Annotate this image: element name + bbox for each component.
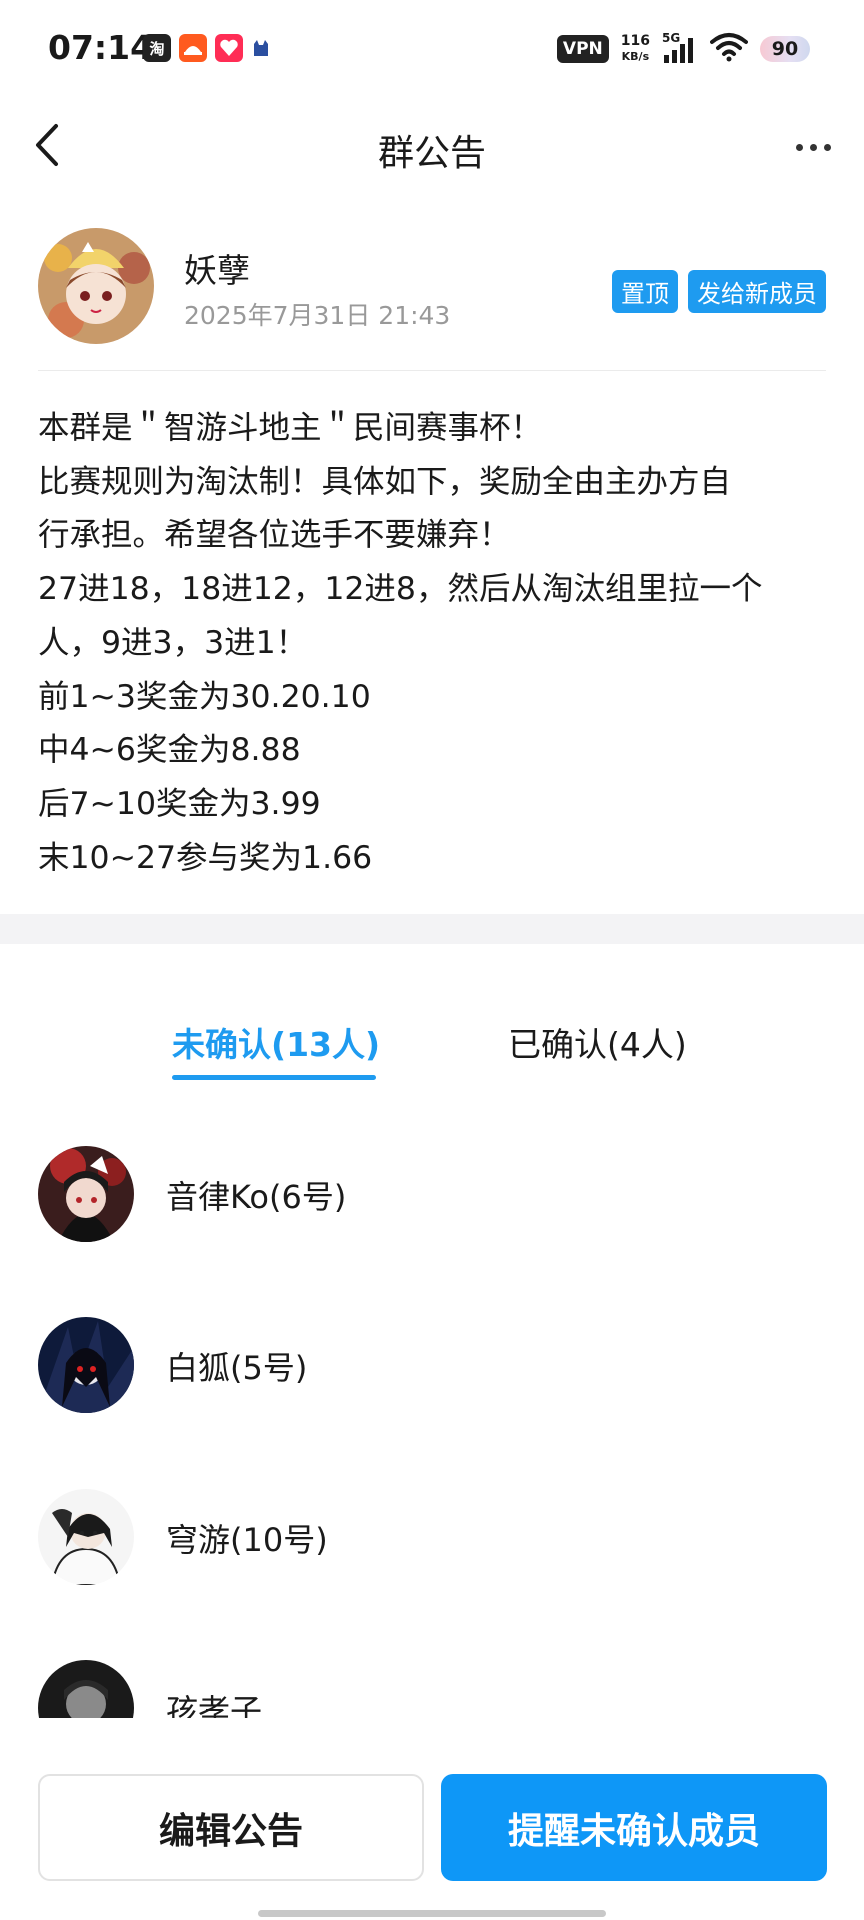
page-title: 群公告 — [377, 133, 486, 174]
remind-unconfirmed-button[interactable]: 提醒未确认成员 — [441, 1774, 827, 1881]
pinned-badge: 置顶 — [612, 270, 678, 313]
author-name: 妖孽 — [184, 251, 250, 290]
battery-indicator: 90 — [760, 36, 810, 62]
member-name: 音律Ko(6号) — [166, 1178, 347, 1216]
wifi-icon — [710, 32, 748, 66]
member-name: 孩孝子 — [166, 1692, 263, 1718]
member-name: 穹游(10号) — [166, 1521, 328, 1559]
network-speed-value: 116 — [620, 33, 650, 49]
notice-line: 行承担。希望各位选手不要嫌弃！ — [38, 517, 511, 554]
section-separator — [0, 914, 864, 944]
network-speed-unit: KB/s — [621, 50, 650, 63]
notice-line: 末10~27参与奖为1.66 — [38, 839, 373, 876]
notice-line: 本群是＂智游斗地主＂民间赛事杯！ — [38, 410, 543, 446]
tab-confirmed[interactable]: 已确认(4人) — [508, 1018, 687, 1066]
notice-tags: 置顶 发给新成员 — [612, 270, 826, 313]
edit-notice-button[interactable]: 编辑公告 — [38, 1774, 424, 1881]
send-to-new-members-badge: 发给新成员 — [688, 270, 826, 313]
network-speed: 116 KB/s — [621, 34, 650, 64]
divider — [38, 370, 826, 371]
member-item[interactable]: 音律Ko(6号) — [38, 1146, 818, 1246]
member-item[interactable]: 穹游(10号) — [38, 1489, 818, 1589]
member-avatar — [38, 1317, 134, 1413]
active-tab-indicator — [172, 1075, 376, 1080]
member-name: 白狐(5号) — [166, 1349, 308, 1387]
member-item[interactable]: 白狐(5号) — [38, 1317, 818, 1417]
orange-app-icon — [179, 34, 207, 62]
vpn-badge: VPN — [556, 35, 609, 63]
member-list[interactable]: 音律Ko(6号) 白狐(5号) 穹游(10号) 孩孝子 — [0, 1118, 864, 1718]
status-time: 07:14 — [48, 28, 154, 67]
member-avatar — [38, 1660, 134, 1718]
member-avatar — [38, 1489, 134, 1585]
publish-timestamp: 2025年7月31日 21:43 — [184, 301, 451, 330]
member-avatar — [38, 1146, 134, 1242]
notice-line: 前1~3奖金为30.20.10 — [38, 678, 371, 715]
red-app-icon — [215, 34, 243, 62]
notice-line: 人，9进3，3进1！ — [38, 624, 308, 661]
notice-line: 27进18，18进12，12进8，然后从淘汰组里拉一个 — [38, 571, 763, 608]
home-indicator[interactable] — [258, 1910, 606, 1917]
notice-line: 后7~10奖金为3.99 — [38, 785, 321, 822]
notification-icons: 淘 — [143, 34, 271, 62]
title-bar: 群公告 — [0, 100, 864, 195]
status-bar: 07:14 淘 VPN 116 KB/s 5G 90 — [0, 0, 864, 100]
cat-app-icon — [251, 34, 271, 62]
more-dot — [809, 143, 817, 151]
notice-author: 妖孽 2025年7月31日 21:43 置顶 发给新成员 — [38, 228, 826, 348]
tab-unconfirmed[interactable]: 未确认(13人) — [172, 1018, 380, 1066]
member-item[interactable]: 孩孝子 — [38, 1660, 818, 1718]
signal-icon: 5G — [662, 31, 698, 65]
notice-line: 比赛规则为淘汰制！具体如下，奖励全由主办方自 — [38, 463, 732, 500]
notice-line: 中4~6奖金为8.88 — [38, 732, 301, 769]
more-button[interactable] — [788, 124, 838, 170]
notice-content: 本群是＂智游斗地主＂民间赛事杯！ 比赛规则为淘汰制！具体如下，奖励全由主办方自 … — [38, 402, 838, 885]
author-avatar[interactable] — [38, 228, 154, 344]
more-dot — [823, 143, 831, 151]
system-icons: VPN 116 KB/s 5G 90 — [556, 31, 810, 66]
more-dot — [795, 143, 803, 151]
taobao-icon: 淘 — [143, 34, 171, 62]
